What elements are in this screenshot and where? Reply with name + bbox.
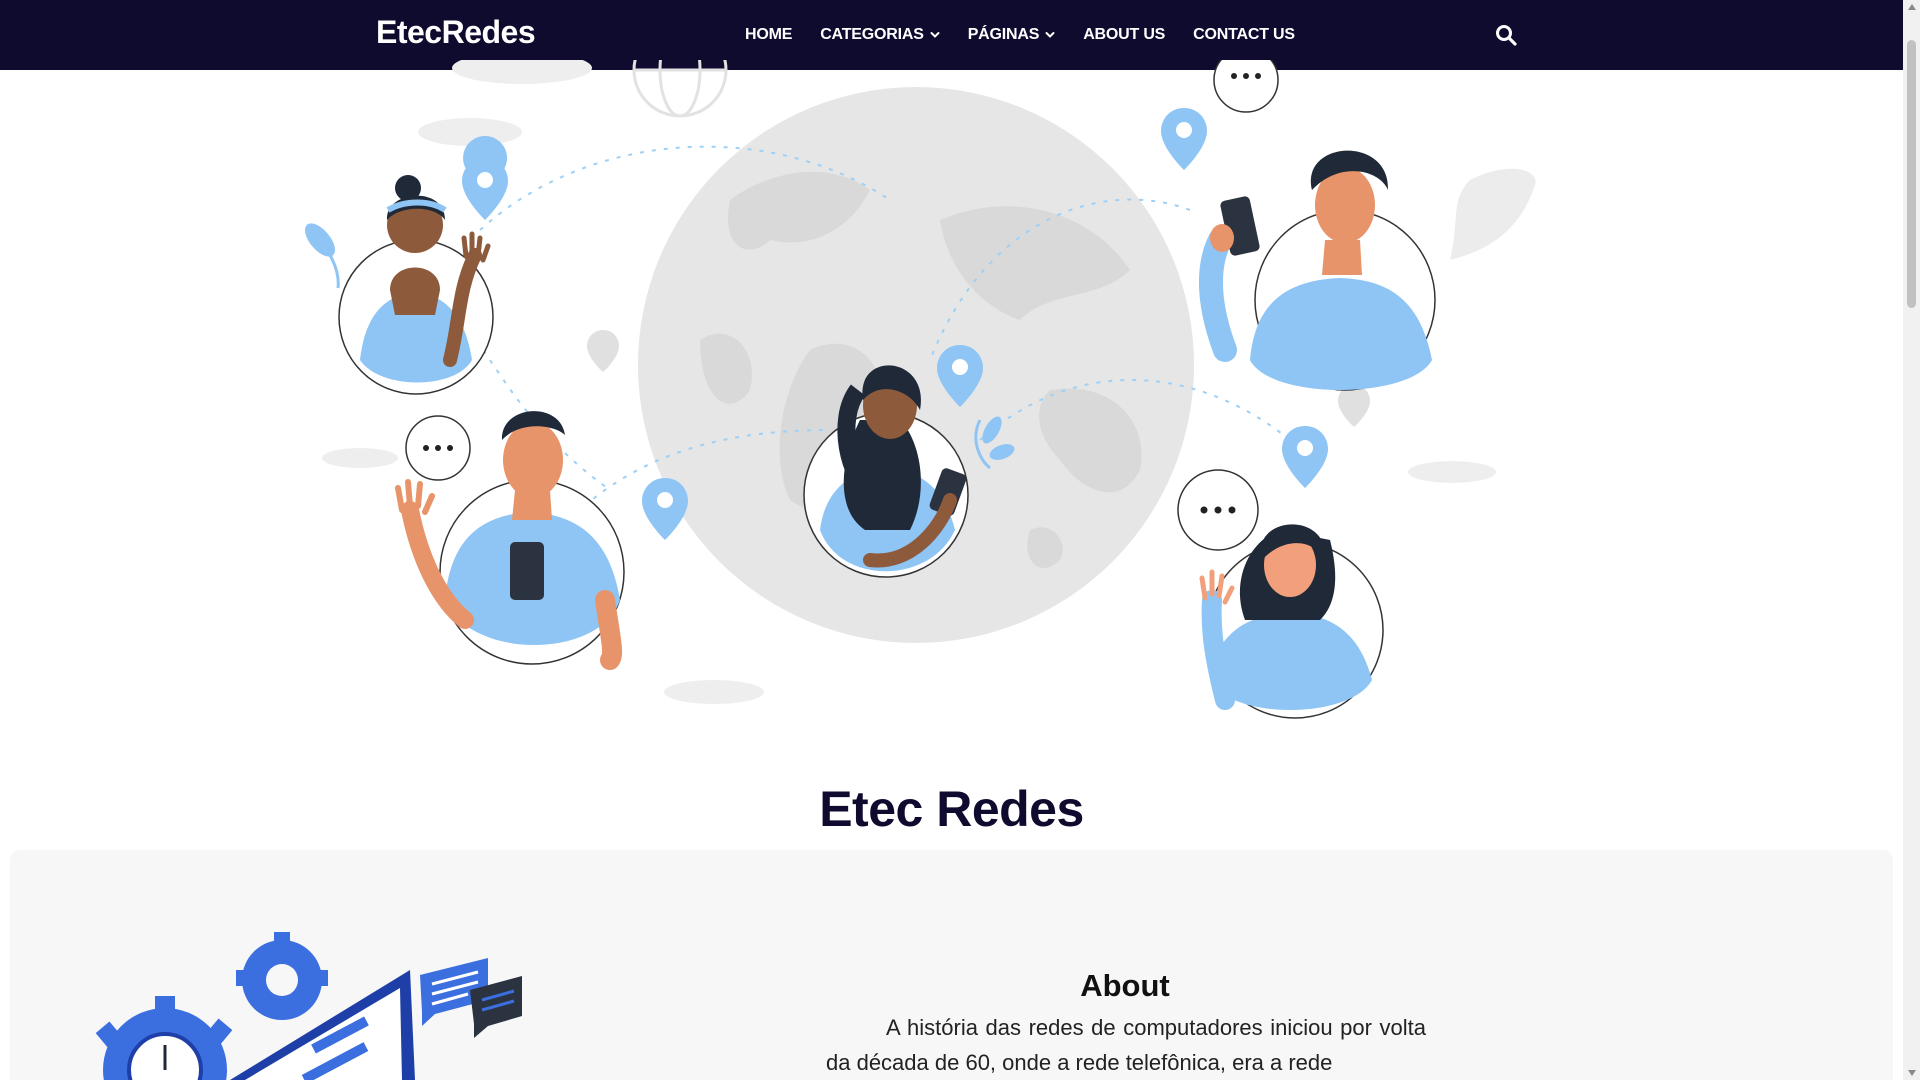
nav-contact-us-label: CONTACT US — [1193, 26, 1295, 43]
brand-logo[interactable]: EtecRedes — [376, 14, 536, 51]
vertical-scrollbar[interactable] — [1903, 0, 1920, 1080]
about-title: About — [1080, 968, 1170, 1003]
chevron-down-icon — [930, 32, 940, 38]
nav-paginas[interactable]: PÁGINAS — [968, 26, 1056, 44]
nav-about-us[interactable]: ABOUT US — [1083, 26, 1165, 44]
nav-paginas-label: PÁGINAS — [967, 26, 1040, 43]
gears-chat-illustration — [95, 932, 522, 1080]
page-title: Etec Redes — [819, 781, 1084, 837]
nav-contact-us[interactable]: CONTACT US — [1193, 26, 1295, 44]
scroll-down-arrow-icon[interactable] — [1908, 1070, 1916, 1076]
nav-categorias[interactable]: CATEGORIAS — [820, 26, 940, 44]
about-text: A história das redes de computadores ini… — [826, 1015, 1426, 1075]
nav-about-us-label: ABOUT US — [1083, 26, 1166, 43]
scroll-up-arrow-icon[interactable] — [1908, 4, 1916, 10]
scrollbar-thumb[interactable] — [1907, 40, 1916, 308]
nav-home-label: HOME — [745, 26, 793, 43]
nav-categorias-label: CATEGORIAS — [820, 26, 924, 43]
hero-illustration — [305, 60, 1536, 719]
chevron-down-icon — [1045, 32, 1055, 38]
nav-home[interactable]: HOME — [745, 26, 792, 44]
search-icon[interactable] — [1494, 23, 1518, 47]
